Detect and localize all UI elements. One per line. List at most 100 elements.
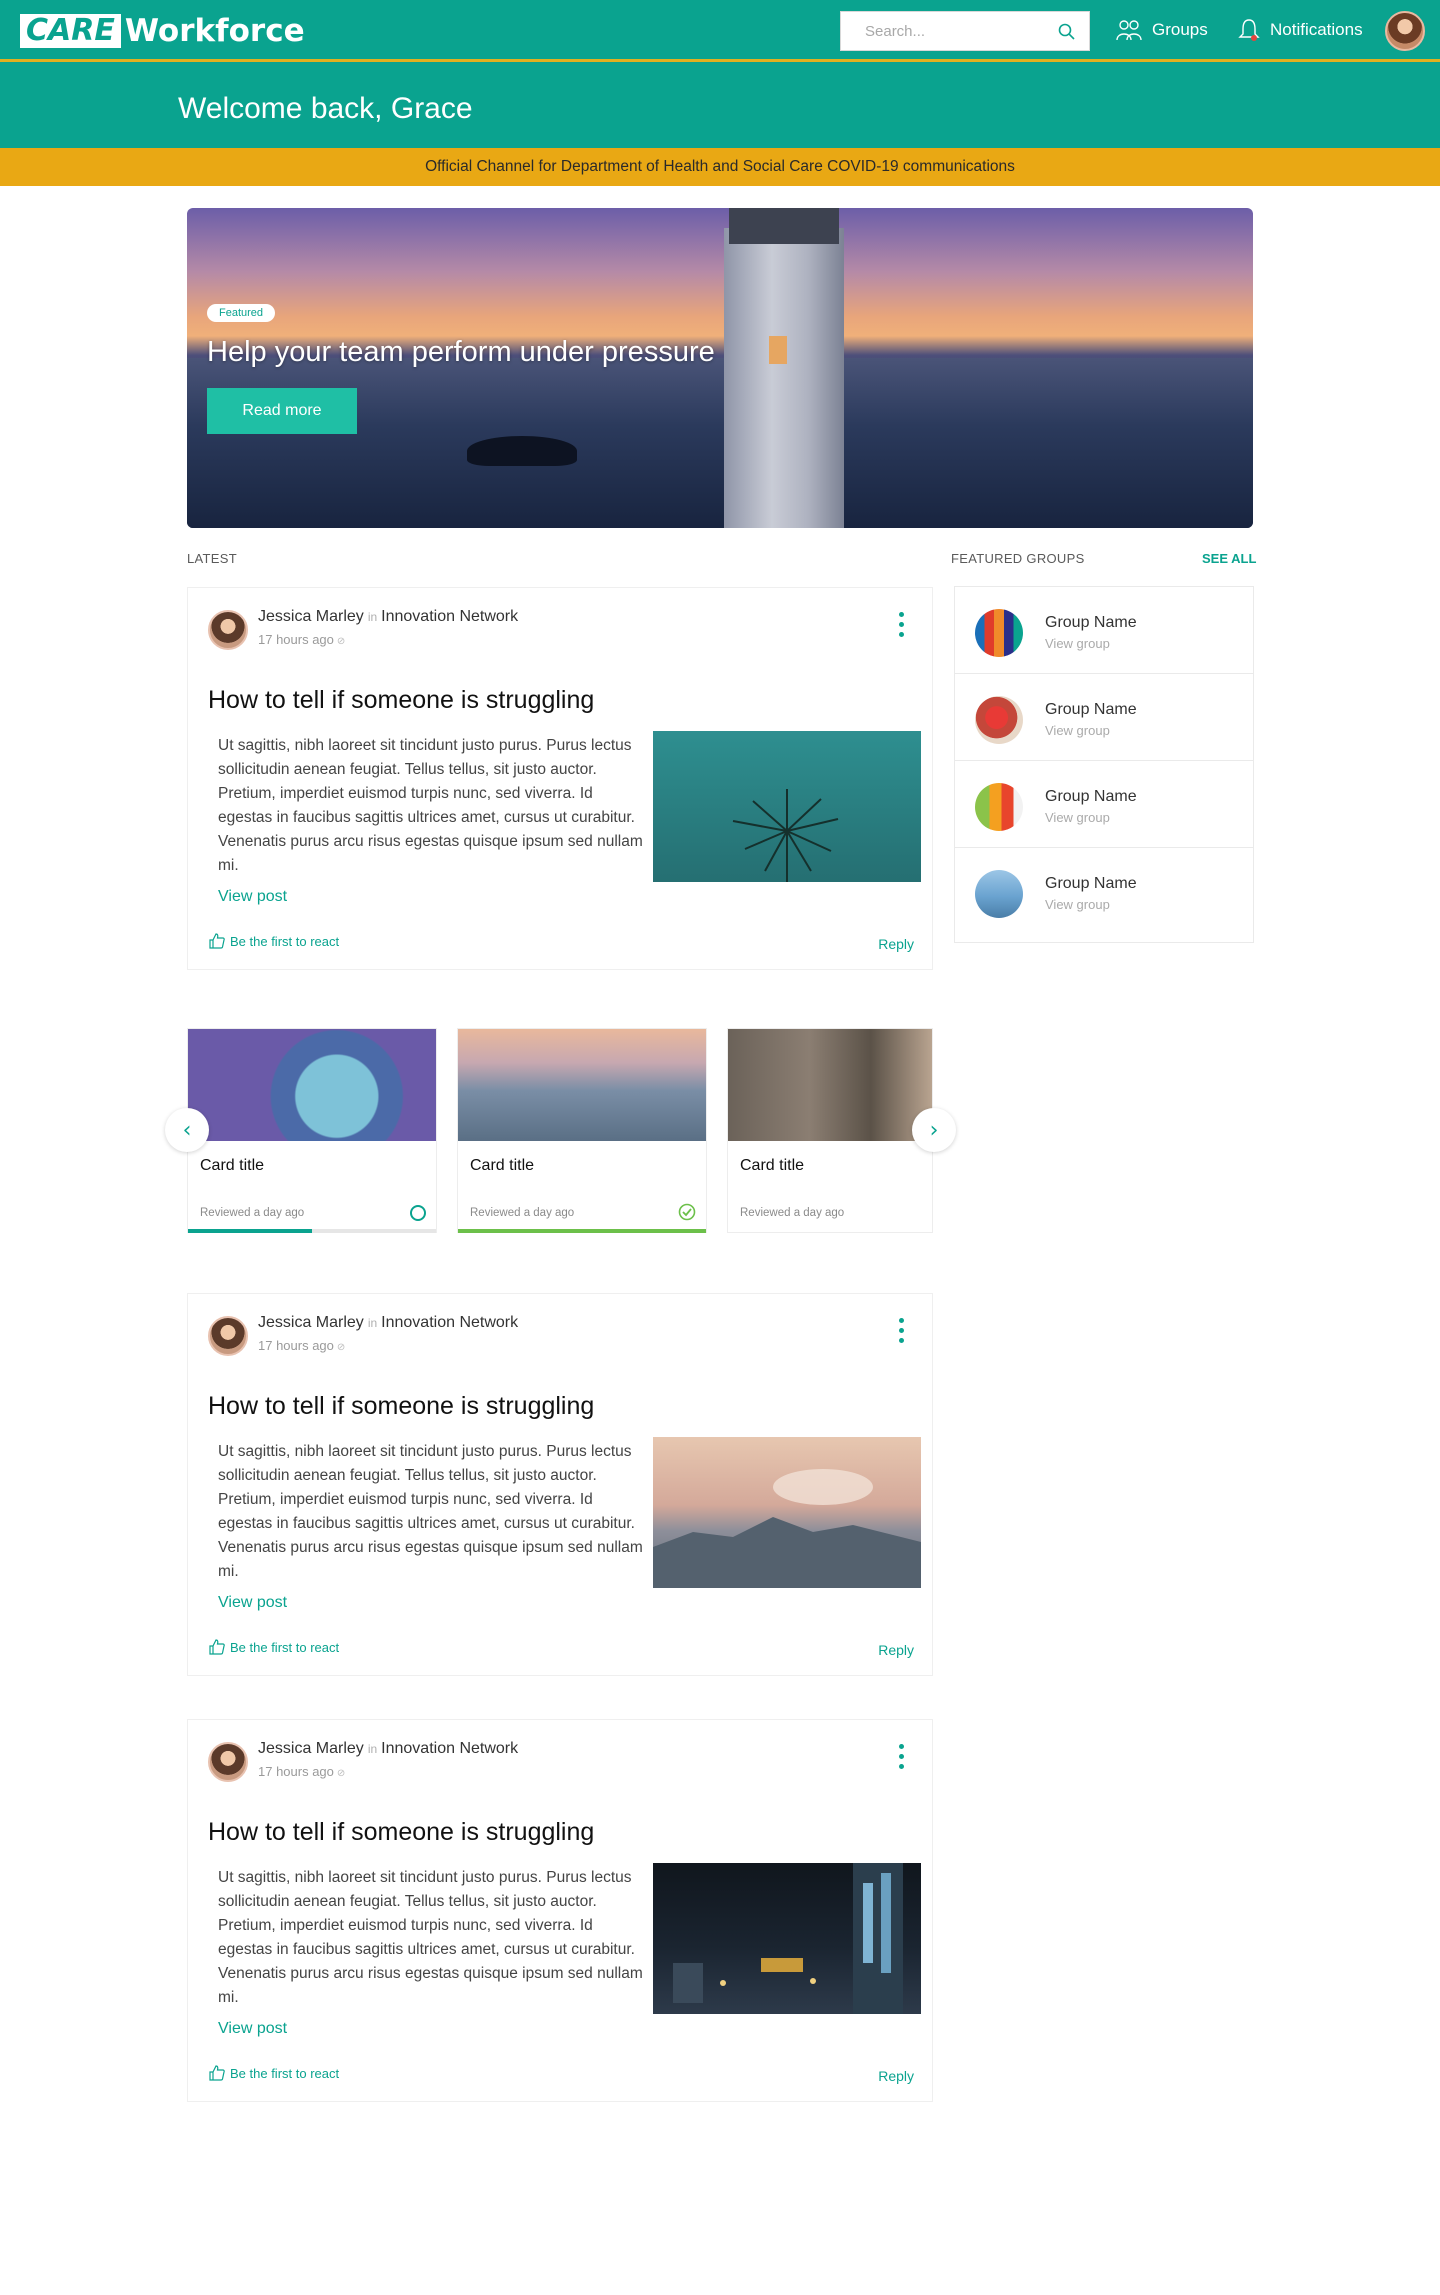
thumbs-up-icon (209, 2065, 225, 2081)
network-name[interactable]: Innovation Network (381, 1740, 518, 1757)
card-meta: Reviewed a day ago (200, 1207, 305, 1219)
nav-notifications-label: Notifications (1270, 20, 1363, 39)
post-title[interactable]: How to tell if someone is struggling (208, 1392, 594, 1421)
react-button[interactable]: Be the first to react (208, 1638, 339, 1656)
group-thumbnail (975, 696, 1023, 744)
author-in-label: in (367, 610, 378, 624)
post-time-text: 17 hours ago (258, 1764, 334, 1779)
group-thumbnail (975, 870, 1023, 918)
author-avatar[interactable] (208, 1742, 248, 1782)
hero-rock-image (467, 436, 577, 466)
post-title[interactable]: How to tell if someone is struggling (208, 1818, 594, 1847)
carousel-prev-chevron-left-icon[interactable]: ‹ (165, 1108, 209, 1152)
view-post-link[interactable]: View post (218, 2020, 287, 2038)
group-thumbnail (975, 609, 1023, 657)
featured-groups-label: FEATURED GROUPS (951, 551, 1085, 566)
view-group-link[interactable]: View group (1045, 810, 1110, 825)
card-meta: Reviewed a day ago (470, 1207, 575, 1219)
group-item[interactable]: Group Name View group (955, 587, 1253, 674)
author-in-label: in (367, 1316, 378, 1330)
nav-groups-label: Groups (1152, 20, 1208, 39)
in-progress-ring-icon (410, 1205, 426, 1221)
post-excerpt: Ut sagittis, nibh laoreet sit tincidunt … (218, 1443, 643, 1580)
post-excerpt: Ut sagittis, nibh laoreet sit tincidunt … (218, 737, 643, 874)
card-image-elephants (728, 1029, 932, 1141)
hero-lighthouse-top (729, 208, 839, 244)
post-title[interactable]: How to tell if someone is struggling (208, 686, 594, 715)
nav-groups-link[interactable]: Groups (1114, 14, 1208, 46)
logo-wordmark: Workforce (124, 13, 305, 49)
public-globe-icon: ⊘ (336, 636, 346, 647)
react-button[interactable]: Be the first to react (208, 2064, 339, 2082)
card-image-airplane-wing (458, 1029, 706, 1141)
public-globe-icon: ⊘ (336, 1342, 346, 1353)
read-more-button[interactable]: Read more (207, 388, 357, 434)
hero-lighthouse-image (724, 228, 844, 528)
featured-hero-card: Featured Help your team perform under pr… (187, 208, 1253, 528)
reply-button[interactable]: Reply (878, 936, 914, 952)
author-avatar[interactable] (208, 1316, 248, 1356)
post-excerpt: Ut sagittis, nibh laoreet sit tincidunt … (218, 1869, 643, 2006)
post-options-kebab-icon[interactable] (894, 1318, 908, 1348)
hero-lighthouse-window (769, 336, 787, 364)
reply-button[interactable]: Reply (878, 2068, 914, 2084)
post-card: Jessica Marley in Innovation Network 17 ho… (187, 1719, 933, 2102)
card-title: Card title (470, 1157, 535, 1174)
welcome-bar: Welcome back, Grace (0, 62, 1440, 148)
carousel-card[interactable]: Card title Reviewed a day ago (727, 1028, 933, 1233)
user-avatar[interactable] (1385, 11, 1425, 51)
carousel-next-chevron-right-icon[interactable]: › (912, 1108, 956, 1152)
groups-icon (1116, 20, 1142, 41)
card-title: Card title (740, 1157, 805, 1174)
post-options-kebab-icon[interactable] (894, 612, 908, 642)
bell-icon (1238, 19, 1260, 41)
group-item[interactable]: Group Name View group (955, 674, 1253, 761)
group-item[interactable]: Group Name View group (955, 848, 1253, 935)
network-name[interactable]: Innovation Network (381, 608, 518, 625)
hero-sea-image (187, 358, 1253, 528)
react-button[interactable]: Be the first to react (208, 932, 339, 950)
carousel-card[interactable]: Card title Reviewed a day ago (457, 1028, 707, 1233)
post-timestamp: 17 hours ago ⊘ (258, 632, 345, 647)
post-author-line: Jessica Marley in Innovation Network (258, 608, 518, 626)
carousel-card[interactable]: Card title Reviewed a day ago (187, 1028, 437, 1233)
latest-section-label: LATEST (187, 551, 237, 566)
view-group-link[interactable]: View group (1045, 723, 1110, 738)
card-meta: Reviewed a day ago (740, 1207, 845, 1219)
view-post-link[interactable]: View post (218, 888, 287, 906)
post-options-kebab-icon[interactable] (894, 1744, 908, 1774)
completed-check-icon (678, 1203, 696, 1221)
author-avatar[interactable] (208, 610, 248, 650)
featured-badge: Featured (207, 304, 276, 322)
see-all-groups-link[interactable]: SEE ALL (1202, 551, 1256, 566)
welcome-heading: Welcome back, Grace (178, 92, 473, 125)
group-name: Group Name (1045, 788, 1137, 805)
featured-groups-list: Group Name View group Group Name View gr… (954, 586, 1254, 943)
post-image-mountains[interactable] (653, 1437, 921, 1588)
post-image-night-street[interactable] (653, 1863, 921, 2014)
post-card: Jessica Marley in Innovation Network 17 ho… (187, 587, 933, 970)
view-post-link[interactable]: View post (218, 1594, 287, 1612)
post-author-line: Jessica Marley in Innovation Network (258, 1314, 518, 1332)
author-name[interactable]: Jessica Marley (258, 608, 364, 625)
group-name: Group Name (1045, 614, 1137, 631)
search-icon[interactable] (1057, 22, 1077, 42)
group-thumbnail (975, 783, 1023, 831)
search-input[interactable] (841, 12, 1051, 50)
view-group-link[interactable]: View group (1045, 636, 1110, 651)
hero-title: Help your team perform under pressure (207, 336, 715, 368)
nav-notifications-link[interactable]: Notifications (1236, 14, 1363, 46)
view-group-link[interactable]: View group (1045, 897, 1110, 912)
author-name[interactable]: Jessica Marley (258, 1740, 364, 1757)
post-image-palm-tree[interactable] (653, 731, 921, 882)
care-workforce-logo[interactable]: CARE Workforce (20, 12, 305, 50)
network-name[interactable]: Innovation Network (381, 1314, 518, 1331)
post-card: Jessica Marley in Innovation Network 17 ho… (187, 1293, 933, 1676)
group-item[interactable]: Group Name View group (955, 761, 1253, 848)
reply-button[interactable]: Reply (878, 1642, 914, 1658)
react-label: Be the first to react (230, 933, 340, 949)
author-name[interactable]: Jessica Marley (258, 1314, 364, 1331)
post-timestamp: 17 hours ago ⊘ (258, 1338, 345, 1353)
public-globe-icon: ⊘ (336, 1768, 346, 1779)
post-time-text: 17 hours ago (258, 632, 334, 647)
